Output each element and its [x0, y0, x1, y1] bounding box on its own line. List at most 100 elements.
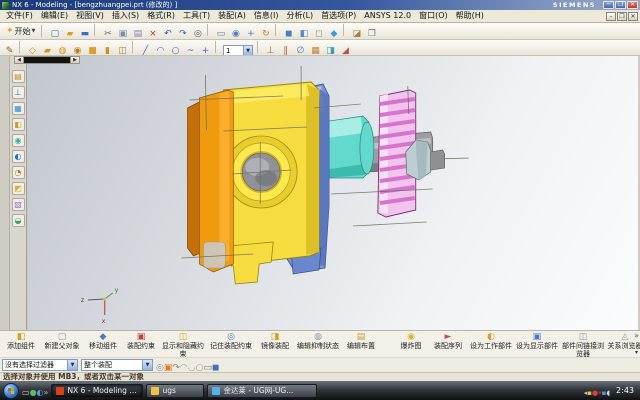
point-icon[interactable]: +	[199, 45, 213, 57]
copy-icon[interactable]: ▣	[116, 28, 130, 40]
pan-icon[interactable]: +	[244, 28, 258, 40]
rectangle-method-icon[interactable]: ▭	[204, 363, 213, 373]
reuse-library-icon[interactable]: ◧	[12, 118, 25, 131]
task-nx-button[interactable]: NX 6 - Modeling -...	[51, 384, 143, 398]
menu-o[interactable]: 窗口(O)	[415, 11, 452, 20]
remember-constraints-button[interactable]: ◎记住装配约束	[206, 332, 256, 351]
assembly-navigator-icon[interactable]: ▤	[12, 70, 25, 83]
exploded-view-button[interactable]: ◉爆炸图	[394, 332, 428, 351]
edit-suppression-state-button[interactable]: ◍编辑抑制状态	[294, 332, 342, 351]
mirror-assembly-button[interactable]: ◨镜像装配	[256, 332, 294, 351]
fit-view-icon[interactable]: ▭	[214, 28, 228, 40]
quadrant-snap-icon[interactable]: ○	[196, 363, 204, 373]
redo-icon[interactable]: ↷	[176, 28, 190, 40]
pump-cover-yellow[interactable]	[223, 82, 319, 284]
menu-l[interactable]: 分析(L)	[282, 11, 317, 20]
parallel-constraint-icon[interactable]: ∥	[279, 45, 293, 57]
chevron-down-icon[interactable]: ▼	[67, 360, 77, 370]
circle-icon[interactable]: ○	[169, 45, 183, 57]
find-icon[interactable]: ◎	[191, 28, 205, 40]
start-orb-button[interactable]	[3, 383, 19, 399]
block-icon[interactable]: ■	[86, 45, 100, 57]
menu-v[interactable]: 视图(V)	[72, 11, 108, 20]
chevron-down-icon[interactable]: ▼	[142, 360, 152, 370]
menu-s[interactable]: 插入(S)	[108, 11, 143, 20]
internet-explorer-icon[interactable]: ◐	[37, 388, 44, 397]
menu-r[interactable]: 格式(R)	[143, 11, 179, 20]
selection-scope-icon[interactable]: ◎	[156, 363, 164, 373]
internet-browser-icon[interactable]: ◐	[12, 150, 25, 163]
graphics-viewport[interactable]: z x y	[28, 56, 638, 330]
quicklaunch-chevron-icon[interactable]: »	[44, 388, 49, 397]
menu-f[interactable]: 文件(F)	[2, 11, 37, 20]
scroll-right-icon[interactable]: ▶	[70, 57, 79, 63]
shaft-tip[interactable]	[431, 150, 445, 170]
shaded-view-icon[interactable]: ◼	[282, 28, 296, 40]
part-navigator-icon[interactable]: ▦	[12, 102, 25, 115]
make-displayed-part-button[interactable]: ▣设为显示部件	[514, 332, 560, 351]
line-icon[interactable]: ╱	[139, 45, 153, 57]
menu-t[interactable]: 工具(T)	[179, 11, 214, 20]
paste-icon[interactable]: ▤	[131, 28, 145, 40]
measure-icon[interactable]: ∅	[294, 45, 308, 57]
layer-combo[interactable]: 1▼	[223, 45, 253, 57]
history-icon[interactable]: ◔	[12, 166, 25, 179]
move-component-button[interactable]: ◆移动组件	[84, 332, 122, 351]
clip-section-icon[interactable]: ◪	[350, 28, 364, 40]
undo-icon[interactable]: ↶	[161, 28, 175, 40]
extrude-icon[interactable]: ▰	[41, 45, 55, 57]
menu-i[interactable]: 信息(I)	[250, 11, 283, 20]
hd3d-tool-icon[interactable]: ◉	[12, 134, 25, 147]
boss-icon[interactable]: ▮	[101, 45, 115, 57]
render-style-icon[interactable]: ◆	[327, 28, 341, 40]
edit-arrangement-button[interactable]: ▤编辑布置	[342, 332, 380, 351]
zoom-window-icon[interactable]: ◉	[229, 28, 243, 40]
pump-body-orange[interactable]	[187, 90, 233, 272]
delete-icon[interactable]: ×	[146, 28, 160, 40]
process-studio-icon[interactable]: ▧	[12, 198, 25, 211]
menu-h[interactable]: 帮助(H)	[452, 11, 488, 20]
tangent-snap-icon[interactable]: ◡	[188, 363, 196, 373]
system-materials-icon[interactable]: ◩	[12, 182, 25, 195]
solid-body-snap-icon[interactable]: ◼	[212, 363, 219, 373]
sketch-icon[interactable]: ✎	[3, 45, 17, 57]
hole-icon[interactable]: ◉	[71, 45, 85, 57]
roles-icon[interactable]: ◒	[12, 214, 25, 227]
doc-minimize-button[interactable]: –	[606, 12, 616, 21]
menu-a[interactable]: 装配(A)	[214, 11, 250, 20]
selection-scope-combo[interactable]: 整个装配 ▼	[81, 359, 153, 371]
chevron-down-icon[interactable]: ▼	[243, 46, 252, 56]
start-menu-button[interactable]: ✦ 开始 ▼	[2, 24, 39, 38]
resource-bar-scrollbar[interactable]: ◀ ▶	[14, 56, 80, 64]
pattern-feature-icon[interactable]: ▦	[309, 45, 323, 57]
reverse-selection-icon[interactable]: ↷	[172, 363, 180, 373]
interpart-link-browser-button[interactable]: ◫部件间链接浏览器	[560, 332, 606, 357]
cut-icon[interactable]: ✂	[101, 28, 115, 40]
shell-icon[interactable]: ◫	[116, 45, 130, 57]
close-button[interactable]: ✕	[627, 1, 638, 9]
perpendicular-constraint-icon[interactable]: ⊥	[264, 45, 278, 57]
assembly-constraints-button[interactable]: ▣装配约束	[122, 332, 160, 351]
new-file-icon[interactable]: ▢	[48, 28, 62, 40]
task-browser-button[interactable]: 金达莱 - UG网-UG...	[207, 384, 317, 398]
task-ugs-folder-button[interactable]: ugs	[146, 384, 204, 398]
menu-p[interactable]: 首选项(P)	[317, 11, 360, 20]
mirror-feature-icon[interactable]: ◨	[324, 45, 338, 57]
menu-ansys120[interactable]: ANSYS 12.0	[360, 11, 415, 20]
selection-filter-combo[interactable]: 没有选择过滤器 ▼	[2, 359, 78, 371]
rotate-view-icon[interactable]: ↻	[259, 28, 273, 40]
maximize-button[interactable]: ❐	[615, 1, 626, 9]
shaded-edges-view-icon[interactable]: ◧	[297, 28, 311, 40]
spline-icon[interactable]: ~	[184, 45, 198, 57]
toolbar-overflow-icon[interactable]: »	[634, 331, 639, 340]
toolbar-more-icon[interactable]: ▾	[635, 349, 638, 356]
make-work-part-button[interactable]: ◐设为工作部件	[468, 332, 514, 351]
datum-plane-icon[interactable]: ◇	[26, 45, 40, 57]
scrollbar-thumb[interactable]	[24, 57, 70, 63]
doc-close-button[interactable]: ✕	[628, 12, 638, 21]
media-player-icon[interactable]: ●	[30, 388, 37, 397]
scroll-left-icon[interactable]: ◀	[15, 57, 24, 63]
open-folder-icon[interactable]: ▰	[63, 28, 77, 40]
arc-center-snap-icon[interactable]: ◠	[180, 363, 188, 373]
model-canvas[interactable]: z x y	[28, 56, 638, 330]
